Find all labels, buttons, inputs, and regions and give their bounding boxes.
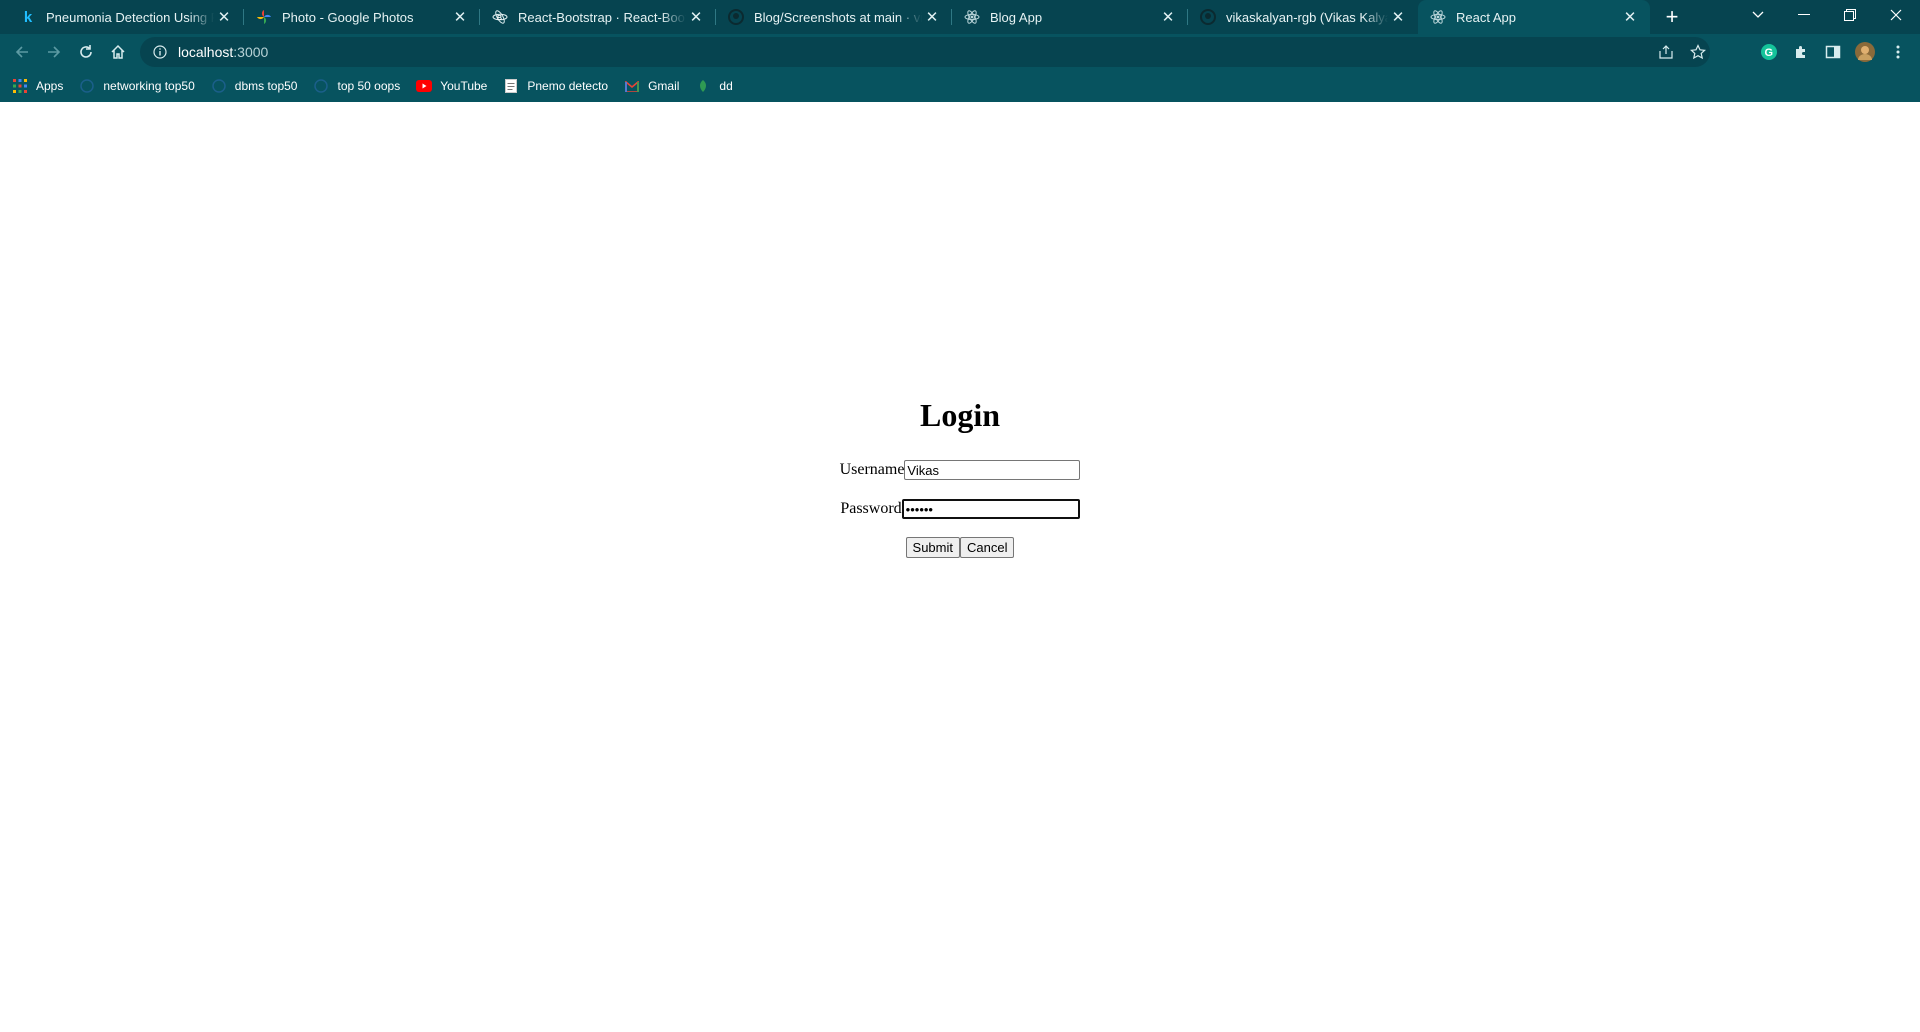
bookmark-pnemo[interactable]: Pnemo detecto [503,78,608,94]
browser-toolbar: localhost:3000 G [0,34,1920,70]
document-icon [503,78,519,94]
bookmark-label: networking top50 [103,79,195,93]
more-menu-icon[interactable] [1885,39,1911,65]
tab-github-blog[interactable]: Blog/Screenshots at main · vikaskalyan ✕ [716,0,952,34]
password-label: Password [840,500,902,518]
bookmark-label: dd [719,79,733,93]
tab-title: React-Bootstrap · React-Bootstrap [518,9,686,25]
bookmark-star-icon[interactable] [1684,37,1712,67]
profile-avatar[interactable] [1852,39,1878,65]
bookmark-label: top 50 oops [337,79,401,93]
close-icon[interactable]: ✕ [1388,7,1408,27]
username-label: Username [839,461,905,479]
tab-blog-app[interactable]: Blog App ✕ [952,0,1188,34]
page-content: Login Username Password Submit Cancel [0,102,1920,1032]
login-form: Login Username Password Submit Cancel [0,397,1920,559]
tab-pneumonia[interactable]: k Pneumonia Detection Using Fast ✕ [8,0,244,34]
youtube-icon [416,78,433,94]
restore-button[interactable] [1828,0,1872,30]
bookmark-youtube[interactable]: YouTube [416,78,487,94]
bookmarks-bar: Apps networking top50 dbms top50 top 50 … [0,70,1920,102]
tab-title: Photo - Google Photos [282,9,414,25]
apps-grid-icon [12,78,28,94]
bookmark-page-icon [313,78,329,94]
close-icon[interactable]: ✕ [214,7,234,27]
button-row: Submit Cancel [0,537,1920,559]
bookmark-label: Gmail [648,79,680,93]
share-icon[interactable] [1652,37,1680,67]
bookmark-label: YouTube [440,79,488,93]
forward-button[interactable] [40,38,68,66]
submit-button[interactable]: Submit [905,537,960,559]
bookmark-label: Pnemo detecto [527,79,609,93]
close-icon[interactable]: ✕ [1158,7,1178,27]
bookmark-page-icon [211,78,227,94]
gmail-icon [624,78,640,94]
tab-title: vikaskalyan-rgb (Vikas Kalyan) [1226,9,1388,25]
site-info-icon[interactable] [152,44,168,60]
side-panel-icon[interactable] [1820,39,1846,65]
svg-text:G: G [1765,47,1774,59]
github-icon [1200,9,1216,25]
browser-chrome: k Pneumonia Detection Using Fast ✕ Photo… [0,0,1920,102]
google-photos-icon [256,9,272,25]
grammarly-icon[interactable]: G [1756,39,1782,65]
address-bar[interactable]: localhost:3000 [140,37,1710,67]
username-row: Username [0,459,1920,481]
kaggle-icon: k [23,8,33,26]
close-icon[interactable]: ✕ [1620,7,1640,27]
bookmark-page-icon [79,78,95,94]
tab-title: Blog/Screenshots at main · vikaskalyan [754,9,922,25]
bookmark-networking[interactable]: networking top50 [79,78,195,94]
bookmark-label: dbms top50 [234,79,298,93]
extensions-puzzle-icon[interactable] [1788,39,1814,65]
login-title: Login [919,397,1001,433]
minimize-button[interactable] [1782,0,1826,30]
close-icon[interactable]: ✕ [686,7,706,27]
tab-title: React App [1456,9,1516,25]
github-icon [728,9,744,25]
react-icon [964,9,980,25]
bookmark-dbms[interactable]: dbms top50 [211,78,298,94]
home-button[interactable] [104,38,132,66]
cancel-button[interactable]: Cancel [960,537,1015,559]
tab-title: Blog App [990,9,1043,25]
bookmark-apps[interactable]: Apps [12,78,63,94]
bookmark-gmail[interactable]: Gmail [624,78,679,94]
url-text: localhost:3000 [178,44,269,60]
back-button[interactable] [8,38,36,66]
react-icon [1430,9,1446,25]
tab-github-profile[interactable]: vikaskalyan-rgb (Vikas Kalyan) ✕ [1188,0,1418,34]
tab-search-button[interactable] [1736,0,1780,30]
password-input[interactable] [901,499,1080,520]
close-icon[interactable]: ✕ [922,7,942,27]
tab-google-photos[interactable]: Photo - Google Photos ✕ [244,0,480,34]
bookmark-oops[interactable]: top 50 oops [313,78,400,94]
tab-react-app-active[interactable]: React App ✕ [1418,0,1650,34]
svg-text:B: B [497,15,502,22]
username-input[interactable] [904,460,1081,481]
password-row: Password [0,498,1920,520]
tab-strip: k Pneumonia Detection Using Fast ✕ Photo… [0,0,1920,34]
bookmark-label: Apps [36,79,64,93]
close-window-button[interactable] [1874,0,1918,30]
react-bootstrap-icon: B [492,9,508,25]
close-icon[interactable]: ✕ [450,7,470,27]
leaf-icon [695,78,711,94]
new-tab-button[interactable]: + [1660,4,1684,29]
tab-title: Pneumonia Detection Using Fast [46,9,214,25]
tab-react-bootstrap[interactable]: B React-Bootstrap · React-Bootstrap ✕ [480,0,716,34]
reload-button[interactable] [72,38,100,66]
bookmark-dd[interactable]: dd [695,78,733,94]
